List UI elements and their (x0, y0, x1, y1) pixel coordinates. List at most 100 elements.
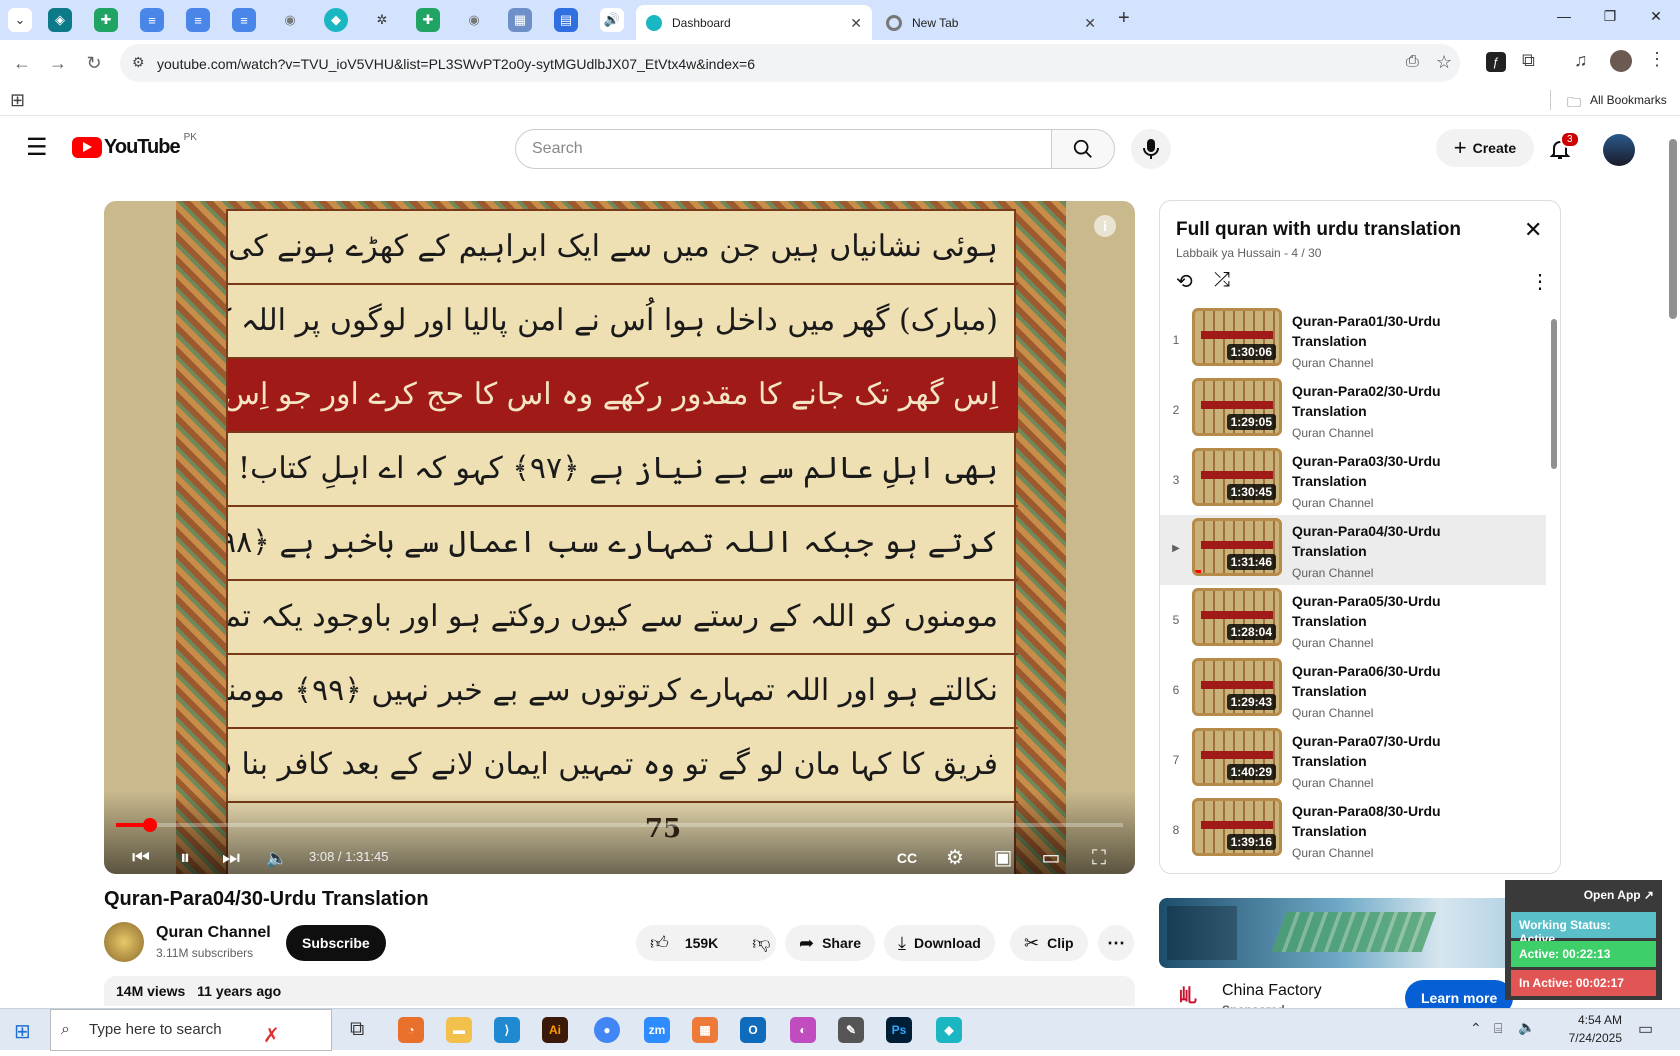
apps-grid-icon[interactable]: ⊞ (10, 90, 25, 111)
task-view-icon[interactable]: ⧉ (350, 1018, 364, 1041)
url-text[interactable]: youtube.com/watch?v=TVU_ioV5VHU&list=PL3… (157, 56, 755, 72)
network-icon[interactable]: ⌸ (1494, 1020, 1502, 1037)
close-tab-icon[interactable]: ✕ (850, 15, 862, 32)
forward-button[interactable]: → (46, 51, 70, 75)
pause-button[interactable]: ⏸ (170, 843, 200, 873)
video-player[interactable]: ہوئی نشانیاں ہیں جن میں سے ایک ابراہیم ک… (104, 201, 1135, 874)
tab-dashboard[interactable]: Dashboard ✕ (636, 5, 872, 40)
pen-tool-icon[interactable]: ✎ (838, 1017, 864, 1043)
browser-menu-icon[interactable]: ⋮ (1648, 49, 1666, 70)
volume-icon[interactable]: 🔈 (262, 843, 292, 873)
clock-time[interactable]: 4:54 AM (1566, 1013, 1622, 1027)
tab-search-icon[interactable]: ⌄ (8, 8, 32, 32)
app-icon[interactable]: ▦ (692, 1017, 718, 1043)
pinned-forms-icon[interactable]: ▤ (554, 8, 578, 32)
item-thumbnail[interactable]: 1:31:46 (1192, 518, 1282, 576)
extension-icon[interactable]: ƒ (1486, 52, 1506, 72)
subtitles-icon[interactable]: CC (892, 843, 922, 873)
taskbar-search-input[interactable]: ⌕ Type here to search ✗ (50, 1009, 332, 1051)
pinned-sheets-icon[interactable]: ✚ (416, 8, 440, 32)
miniplayer-icon[interactable]: ▣ (988, 843, 1018, 873)
ad-banner-image[interactable] (1159, 898, 1561, 968)
notifications-button[interactable]: 3 (1548, 131, 1580, 166)
item-thumbnail[interactable]: 1:30:45 (1192, 448, 1282, 506)
pinned-grid-icon[interactable]: ▦ (508, 8, 532, 32)
file-explorer-icon[interactable]: ▬ (446, 1017, 472, 1043)
item-thumbnail[interactable]: 1:29:43 (1192, 658, 1282, 716)
all-bookmarks-link[interactable]: All Bookmarks (1590, 93, 1667, 107)
item-thumbnail[interactable]: 1:28:04 (1192, 588, 1282, 646)
minimize-button[interactable]: — (1541, 8, 1587, 24)
item-title[interactable]: Quran-Para04/30-Urdu Translation (1292, 521, 1492, 561)
settings-gear-icon[interactable]: ⚙ (940, 843, 970, 873)
item-title[interactable]: Quran-Para08/30-Urdu Translation (1292, 801, 1492, 841)
pinned-docs-icon[interactable]: ≡ (186, 8, 210, 32)
info-icon[interactable]: i (1094, 215, 1116, 237)
youtube-logo[interactable]: YouTube PK (72, 132, 197, 159)
photoshop-icon[interactable]: Ps (886, 1017, 912, 1043)
progress-track[interactable] (116, 818, 1123, 832)
description-box[interactable]: 14M views 11 years ago (104, 976, 1135, 1006)
like-button[interactable]: 👍︎ 159K 👎︎ (636, 925, 776, 961)
pinned-app-icon[interactable]: ◆ (324, 8, 348, 32)
more-actions-button[interactable]: ⋯ (1098, 925, 1134, 961)
previous-button[interactable]: ⏮ (126, 843, 156, 873)
item-title[interactable]: Quran-Para07/30-Urdu Translation (1292, 731, 1492, 771)
playlist-scrollbar[interactable] (1550, 305, 1558, 865)
voice-search-button[interactable] (1131, 129, 1171, 169)
playlist-item[interactable]: 8 1:39:16 Quran-Para08/30-Urdu Translati… (1160, 795, 1546, 865)
pinned-openai-icon[interactable]: ✲ (370, 8, 394, 32)
item-thumbnail[interactable]: 1:40:29 (1192, 728, 1282, 786)
bookmark-star-icon[interactable]: ☆ (1436, 52, 1452, 73)
playlist-item[interactable]: 1 1:30:06 Quran-Para01/30-Urdu Translati… (1160, 305, 1546, 375)
zoom-icon[interactable]: zm (644, 1017, 670, 1043)
item-title[interactable]: Quran-Para05/30-Urdu Translation (1292, 591, 1492, 631)
fullscreen-icon[interactable]: ⛶ (1084, 843, 1114, 873)
channel-avatar[interactable] (104, 922, 144, 962)
playlist-item[interactable]: 5 1:28:04 Quran-Para05/30-Urdu Translati… (1160, 585, 1546, 655)
reload-button[interactable]: ↻ (82, 51, 106, 75)
subscribe-button[interactable]: Subscribe (286, 925, 386, 961)
tracker-app-icon[interactable]: ◆ (936, 1017, 962, 1043)
notification-center-icon[interactable]: ▭ (1638, 1019, 1653, 1039)
windows-start-icon[interactable]: ⊞ (14, 1019, 31, 1044)
loop-icon[interactable]: ⟲ (1176, 269, 1193, 294)
clip-button[interactable]: ✂ Clip (1010, 925, 1088, 961)
profile-avatar[interactable] (1610, 50, 1632, 72)
account-avatar[interactable] (1603, 134, 1635, 166)
hamburger-menu-icon[interactable]: ☰ (26, 133, 48, 162)
audio-playing-icon[interactable]: 🔊 (600, 8, 624, 32)
item-title[interactable]: Quran-Para01/30-Urdu Translation (1292, 311, 1492, 351)
search-input[interactable]: Search (515, 129, 1052, 169)
page-scrollbar[interactable] (1666, 125, 1680, 1008)
outlook-icon[interactable]: O (740, 1017, 766, 1043)
show-hidden-icons[interactable]: ⌃ (1470, 1020, 1482, 1037)
extensions-puzzle-icon[interactable]: ⧉ (1522, 50, 1535, 71)
download-button[interactable]: ⤓ Download (884, 925, 995, 961)
playlist-item[interactable]: 6 1:29:43 Quran-Para06/30-Urdu Translati… (1160, 655, 1546, 725)
restore-button[interactable]: ❐ (1587, 8, 1633, 25)
share-button[interactable]: ➦ Share (785, 925, 876, 961)
theater-mode-icon[interactable]: ▭ (1036, 843, 1066, 873)
open-app-link[interactable]: Open App ↗ (1584, 888, 1654, 902)
photos-icon[interactable]: ◐ (790, 1017, 816, 1043)
tab-new-tab[interactable]: New Tab ✕ (876, 5, 1106, 40)
vscode-icon[interactable]: ⟩ (494, 1017, 520, 1043)
next-button[interactable]: ⏭ (216, 843, 246, 873)
playlist-item[interactable]: 3 1:30:45 Quran-Para03/30-Urdu Translati… (1160, 445, 1546, 515)
new-tab-button[interactable]: + (1118, 7, 1130, 30)
item-thumbnail[interactable]: 1:30:06 (1192, 308, 1282, 366)
thumbs-down-icon[interactable]: 👎︎ (752, 932, 770, 954)
pinned-globe-icon[interactable]: ◉ (278, 8, 302, 32)
pinned-docs-icon[interactable]: ≡ (140, 8, 164, 32)
playlist-title[interactable]: Full quran with urdu translation (1176, 219, 1461, 241)
pinned-globe-icon[interactable]: ◉ (462, 8, 486, 32)
create-button[interactable]: + Create (1436, 129, 1534, 167)
search-button[interactable] (1051, 129, 1115, 169)
item-title[interactable]: Quran-Para06/30-Urdu Translation (1292, 661, 1492, 701)
playlist-item[interactable]: 2 1:29:05 Quran-Para02/30-Urdu Translati… (1160, 375, 1546, 445)
shuffle-icon[interactable]: ⤮ (1214, 269, 1230, 292)
channel-name[interactable]: Quran Channel (156, 924, 271, 942)
close-window-button[interactable]: ✕ (1633, 8, 1679, 25)
address-bar[interactable]: ⚙ youtube.com/watch?v=TVU_ioV5VHU&list=P… (120, 44, 1460, 82)
